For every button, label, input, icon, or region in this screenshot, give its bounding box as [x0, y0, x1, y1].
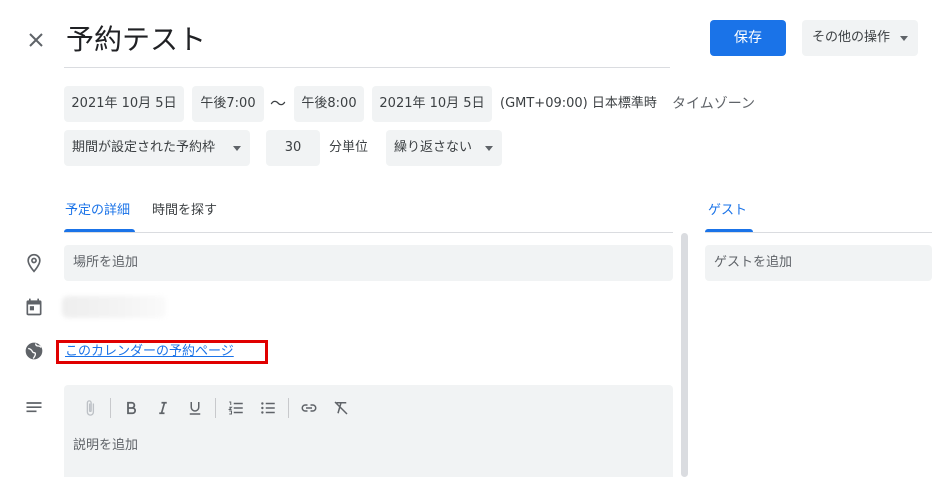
guests-divider: [705, 232, 932, 233]
numbered-list-icon: [228, 401, 243, 415]
italic-icon: [159, 401, 167, 415]
toolbar-separator: [110, 398, 111, 418]
add-guests-input[interactable]: ゲストを追加: [705, 245, 932, 281]
toolbar-separator: [215, 398, 216, 418]
toolbar-separator: [288, 398, 289, 418]
globe-icon: [25, 342, 43, 360]
remove-format-button[interactable]: [329, 396, 353, 420]
description-editor: [64, 385, 673, 477]
underline-icon: [189, 402, 201, 415]
duration-unit-label: 分単位: [329, 140, 369, 155]
start-time-chip[interactable]: 午後7:00: [192, 86, 264, 122]
link-icon: [301, 404, 317, 412]
dropdown-arrow-icon: [233, 146, 241, 151]
details-scrollbar[interactable]: [681, 233, 688, 477]
dropdown-arrow-icon: [485, 146, 493, 151]
event-title-input[interactable]: 予約テスト: [64, 20, 670, 68]
tab-guests[interactable]: ゲスト: [708, 201, 747, 221]
location-icon: [27, 253, 41, 273]
more-actions-label: その他の操作: [812, 30, 891, 45]
close-button[interactable]: [24, 28, 48, 52]
calendar-owner-redacted: [62, 296, 166, 318]
more-actions-button[interactable]: その他の操作: [802, 20, 918, 56]
bulleted-list-icon: [261, 402, 275, 414]
location-input[interactable]: 場所を追加: [64, 245, 673, 281]
underline-button[interactable]: [183, 396, 207, 420]
italic-button[interactable]: [151, 396, 175, 420]
repeat-select[interactable]: 繰り返さない: [386, 130, 502, 166]
timezone-link[interactable]: タイムゾーン: [672, 86, 755, 122]
dropdown-arrow-icon: [900, 36, 908, 41]
attachment-button[interactable]: [78, 396, 102, 420]
tab-find-time[interactable]: 時間を探す: [152, 201, 217, 221]
notes-icon: [26, 402, 42, 413]
duration-input[interactable]: 30: [266, 130, 320, 166]
editor-toolbar: [78, 396, 353, 420]
end-time-chip[interactable]: 午後8:00: [294, 86, 364, 122]
slot-type-label: 期間が設定された予約枠: [72, 140, 216, 155]
close-icon: [29, 33, 43, 47]
slot-type-select[interactable]: 期間が設定された予約枠: [64, 130, 250, 166]
bold-icon: [127, 401, 136, 415]
remove-format-icon: [334, 401, 348, 415]
booking-page-link[interactable]: このカレンダーの予約ページ: [65, 343, 234, 361]
numbered-list-button[interactable]: [224, 396, 248, 420]
calendar-icon: [26, 298, 42, 316]
bulleted-list-button[interactable]: [256, 396, 280, 420]
end-date-chip[interactable]: 2021年 10月 5日: [372, 86, 492, 122]
repeat-label: 繰り返さない: [394, 140, 473, 155]
attachment-icon: [86, 400, 95, 416]
start-date-chip[interactable]: 2021年 10月 5日: [64, 86, 184, 122]
description-input[interactable]: 説明を追加: [73, 436, 138, 456]
time-separator: ～: [270, 94, 287, 113]
save-button[interactable]: 保存: [710, 20, 786, 56]
link-button[interactable]: [297, 396, 321, 420]
tabs-divider: [64, 232, 673, 233]
tab-event-details[interactable]: 予定の詳細: [65, 201, 130, 221]
timezone-label: (GMT+09:00) 日本標準時: [500, 96, 657, 111]
bold-button[interactable]: [119, 396, 143, 420]
